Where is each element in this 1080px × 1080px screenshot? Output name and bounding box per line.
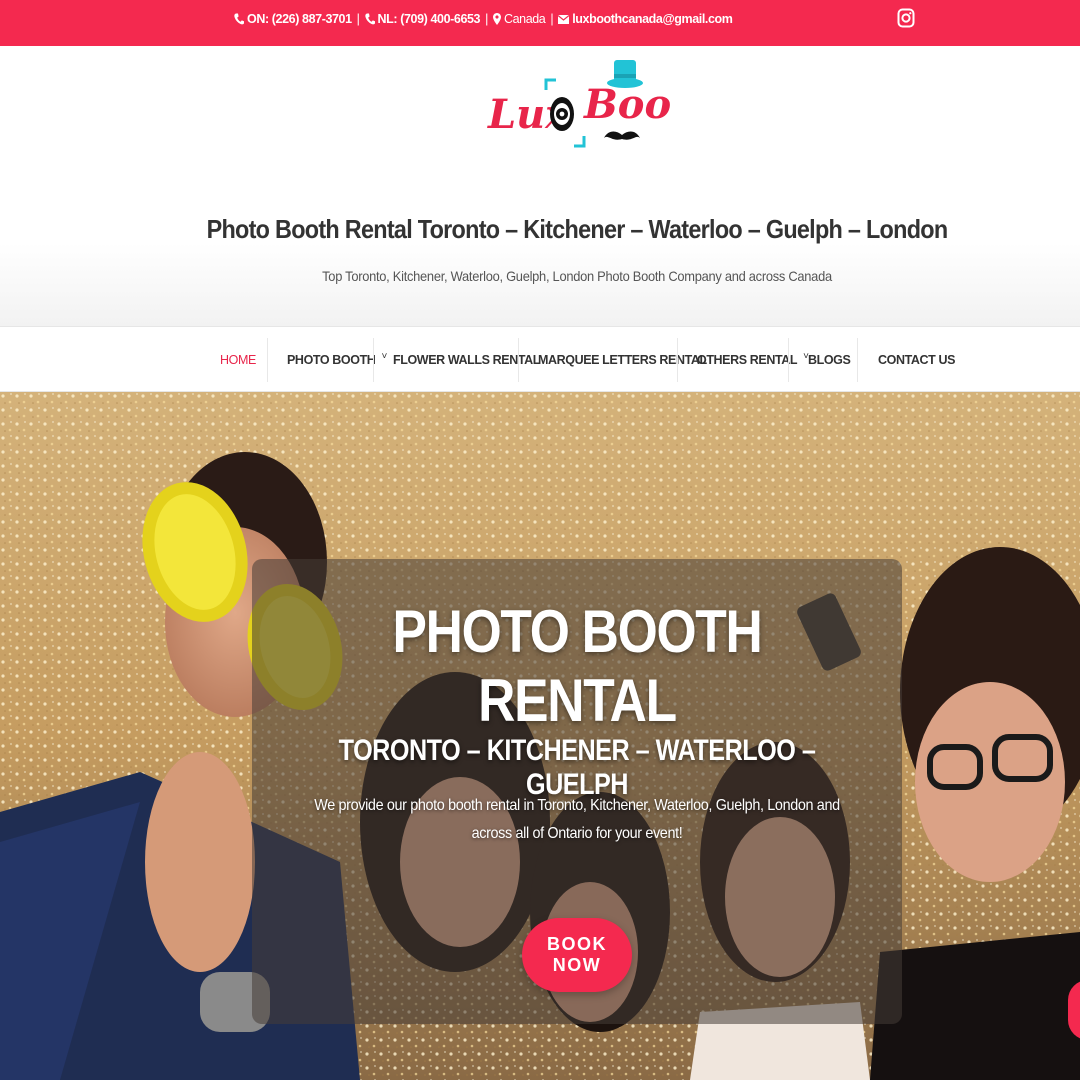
hero-description: We provide our photo booth rental in Tor… bbox=[262, 792, 892, 848]
site-title: Photo Booth Rental Toronto – Kitchener –… bbox=[206, 214, 949, 244]
phone-icon bbox=[234, 13, 244, 25]
nav-item-home[interactable]: HOME bbox=[220, 327, 256, 393]
lux-booth-logo[interactable]: Lux Booth bbox=[486, 56, 671, 152]
separator: | bbox=[485, 12, 488, 26]
nav-item-label: MARQUEE LETTERS RENTAL bbox=[538, 353, 707, 367]
nav-divider bbox=[788, 338, 789, 382]
hero-section: PHOTO BOOTH RENTAL TORONTO – KITCHENER –… bbox=[0, 392, 1080, 1080]
contact-info: ON: (226) 887-3701 | NL: (709) 400-6653 … bbox=[234, 12, 733, 26]
main-navigation: HOME PHOTO BOOTH ˅ FLOWER WALLS RENTAL MA… bbox=[0, 326, 1080, 392]
logo-text-booth: Booth bbox=[583, 81, 671, 128]
nav-divider bbox=[373, 338, 374, 382]
site-tagline: Top Toronto, Kitchener, Waterloo, Guelph… bbox=[322, 268, 832, 284]
map-pin-icon bbox=[492, 13, 501, 25]
nav-divider bbox=[857, 338, 858, 382]
phone-on-link[interactable]: ON: (226) 887-3701 bbox=[247, 12, 352, 26]
nav-item-photo-booth[interactable]: PHOTO BOOTH ˅ bbox=[287, 327, 387, 393]
separator: | bbox=[550, 12, 554, 26]
instagram-icon[interactable] bbox=[897, 6, 915, 30]
separator: | bbox=[356, 12, 360, 26]
nav-item-contact-us[interactable]: CONTACT US bbox=[878, 327, 955, 393]
top-bar: ON: (226) 887-3701 | NL: (709) 400-6653 … bbox=[0, 0, 1080, 46]
nav-divider bbox=[267, 338, 268, 382]
nav-item-label: HOME bbox=[220, 353, 256, 367]
chevron-down-icon: ˅ bbox=[381, 350, 387, 362]
phone-nl-link[interactable]: NL: (709) 400-6653 bbox=[378, 12, 481, 26]
envelope-icon bbox=[558, 14, 570, 24]
nav-item-others-rental[interactable]: OTHERS RENTAL ˅ bbox=[697, 327, 809, 393]
nav-item-label: OTHERS RENTAL bbox=[697, 353, 798, 367]
book-now-button[interactable]: BOOK NOW bbox=[522, 918, 632, 992]
nav-item-blogs[interactable]: BLOGS bbox=[808, 327, 851, 393]
nav-item-label: BLOGS bbox=[808, 353, 851, 367]
nav-divider bbox=[518, 338, 519, 382]
email-link[interactable]: luxboothcanada@gmail.com bbox=[572, 12, 733, 26]
nav-divider bbox=[677, 338, 678, 382]
phone-icon bbox=[364, 13, 375, 25]
location-text: Canada bbox=[503, 12, 546, 26]
hero-description-text: We provide our photo booth rental in Tor… bbox=[314, 797, 840, 842]
hero-title: PHOTO BOOTH RENTAL bbox=[392, 598, 762, 734]
nav-item-label: CONTACT US bbox=[878, 353, 956, 367]
nav-item-marquee-letters-rental[interactable]: MARQUEE LETTERS RENTAL bbox=[538, 327, 707, 393]
nav-item-label: PHOTO BOOTH bbox=[287, 353, 376, 367]
site-header: Lux Booth Photo Booth Rental Toronto – K… bbox=[0, 46, 1080, 327]
